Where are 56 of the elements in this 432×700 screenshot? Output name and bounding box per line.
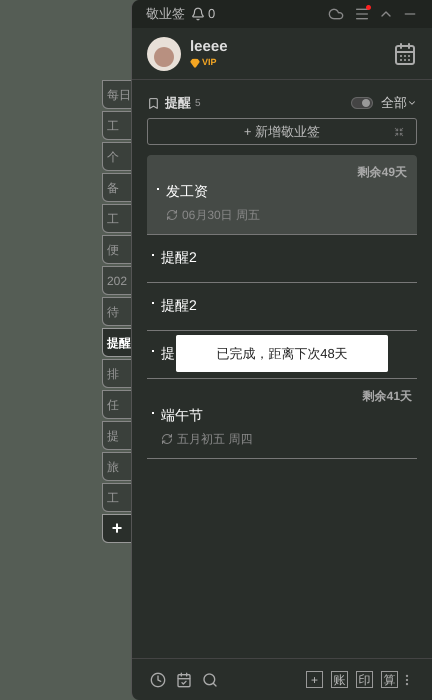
- repeat-icon: [161, 433, 173, 445]
- cloud-icon[interactable]: [328, 6, 344, 22]
- side-tab[interactable]: 个: [102, 142, 131, 171]
- side-tab[interactable]: 备: [102, 173, 131, 202]
- menu-icon[interactable]: [354, 6, 370, 22]
- clock-icon[interactable]: [150, 672, 166, 688]
- reminder-title: 提: [161, 344, 175, 363]
- side-tab[interactable]: 排: [102, 359, 131, 388]
- completed-toast: 已完成，距离下次48天: [176, 335, 388, 372]
- reminder-title: 发工资: [166, 182, 208, 201]
- add-tab-button[interactable]: +: [102, 514, 131, 543]
- side-tab[interactable]: 提: [102, 421, 131, 450]
- toggle-switch[interactable]: [351, 97, 373, 109]
- side-tab[interactable]: 202: [102, 266, 131, 295]
- tool-button[interactable]: 印: [356, 671, 373, 688]
- side-tab[interactable]: 工: [102, 204, 131, 233]
- reminder-title: 提醒2: [161, 296, 197, 315]
- item-count: 5: [195, 96, 201, 110]
- reminder-item[interactable]: 剩余49天 发工资 06月30日 周五: [147, 155, 417, 235]
- tool-button[interactable]: 算: [381, 671, 398, 688]
- search-icon[interactable]: [202, 672, 218, 688]
- side-tab[interactable]: 待: [102, 297, 131, 326]
- filter-dropdown[interactable]: 全部: [381, 93, 417, 113]
- list-title: 提醒: [165, 94, 191, 112]
- reminder-item[interactable]: 提醒2: [147, 235, 417, 283]
- side-tab[interactable]: 任: [102, 390, 131, 419]
- tool-button[interactable]: 账: [331, 671, 348, 688]
- avatar[interactable]: [147, 36, 181, 70]
- bell-icon[interactable]: [191, 7, 205, 21]
- side-tab[interactable]: 每日: [102, 80, 131, 109]
- shrink-icon[interactable]: [394, 126, 404, 136]
- side-tab[interactable]: 旅: [102, 452, 131, 481]
- side-tab[interactable]: 便: [102, 235, 131, 264]
- notification-count: 0: [208, 5, 216, 24]
- repeat-date: 五月初五 周四: [177, 431, 252, 448]
- reminder-item[interactable]: 剩余41天 端午节 五月初五 周四: [147, 379, 417, 459]
- vip-label: VIP: [202, 56, 217, 69]
- side-tab[interactable]: 工: [102, 483, 131, 512]
- tool-button[interactable]: +: [306, 671, 323, 688]
- calendar-check-icon[interactable]: [176, 672, 192, 688]
- diamond-icon: [190, 58, 200, 68]
- days-remaining: 剩余49天: [358, 164, 407, 181]
- user-name: leeee: [190, 38, 228, 56]
- days-remaining: 剩余41天: [362, 388, 412, 405]
- side-tab[interactable]: 工: [102, 111, 131, 140]
- repeat-icon: [166, 209, 178, 221]
- app-title: 敬业签: [146, 5, 185, 24]
- reminder-item[interactable]: 提醒2: [147, 283, 417, 331]
- calendar-icon[interactable]: [393, 42, 417, 66]
- reminder-title: 提醒2: [161, 248, 197, 267]
- repeat-date: 06月30日 周五: [182, 207, 260, 224]
- side-tab[interactable]: 提醒: [102, 328, 131, 357]
- add-note-button[interactable]: + 新增敬业签: [147, 118, 417, 145]
- reminder-item[interactable]: 提 已完成，距离下次48天: [147, 331, 417, 379]
- bookmark-icon: [147, 96, 160, 110]
- reminder-title: 端午节: [161, 406, 203, 425]
